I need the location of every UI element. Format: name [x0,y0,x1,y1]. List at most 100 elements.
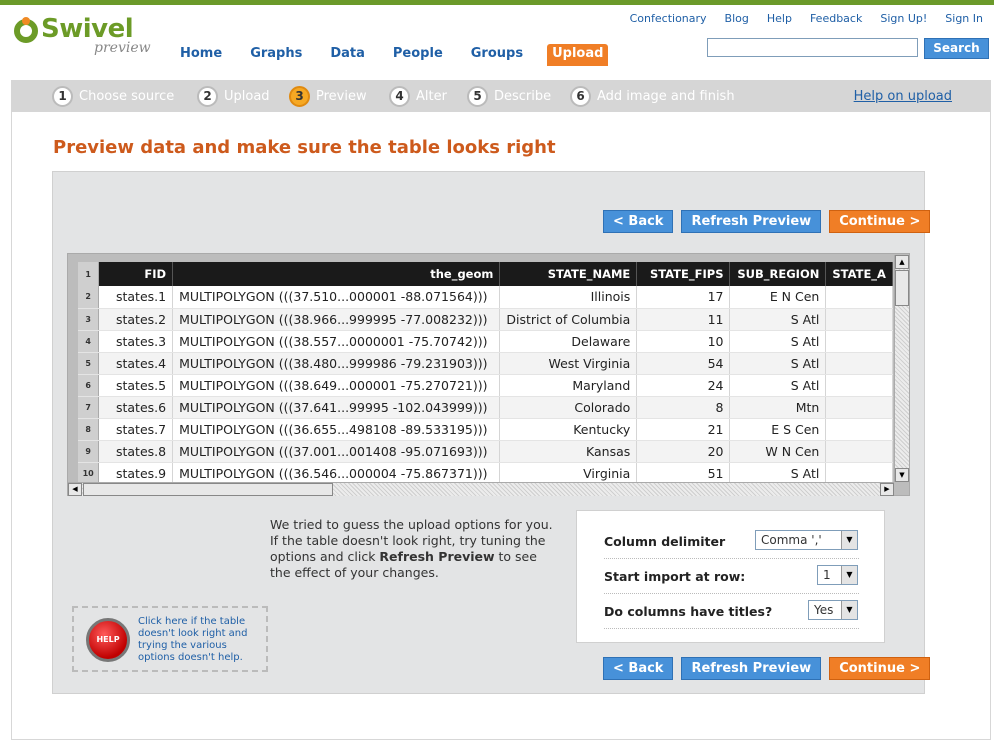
column-header[interactable]: STATE_FIPS [636,262,731,286]
table-cell: Illinois [499,286,638,309]
help-on-upload-link[interactable]: Help on upload [854,89,952,104]
column-header[interactable]: STATE_NAME [499,262,638,286]
page-title: Preview data and make sure the table loo… [53,137,556,158]
nav-upload[interactable]: Upload [547,44,609,66]
chevron-down-icon[interactable]: ▼ [841,531,857,549]
chevron-down-icon[interactable]: ▼ [841,566,857,584]
vertical-scrollbar[interactable]: ▲ ▼ [894,255,909,482]
column-header[interactable]: STATE_A [825,262,893,286]
util-link-help[interactable]: Help [767,12,792,25]
swivel-logo[interactable]: Swivel preview [14,14,164,64]
util-link-blog[interactable]: Blog [725,12,749,25]
step-number: 6 [570,85,591,107]
table-cell: Kentucky [499,418,638,441]
table-cell: states.5 [98,374,174,397]
scroll-left-icon[interactable]: ◀ [68,483,82,496]
table-cell: Mtn [729,396,827,419]
upload-options-panel: Column delimiter Comma ',' ▼ Start impor… [576,510,885,643]
continue-button[interactable]: Continue > [829,657,931,680]
help-box[interactable]: HELP Click here if the table doesn't loo… [72,606,268,672]
option-label: Column delimiter [604,534,726,549]
nav-people[interactable]: People [393,44,443,66]
table-cell: 20 [636,440,731,463]
refresh-preview-button[interactable]: Refresh Preview [681,210,822,233]
column-header[interactable]: the_geom [172,262,501,286]
step-add-image-and-finish[interactable]: 6 Add image and finish [570,85,735,107]
table-row: 5 states.4 MULTIPOLYGON (((38.480...999986… [78,352,893,375]
table-cell: Virginia [499,462,638,482]
refresh-preview-button[interactable]: Refresh Preview [681,657,822,680]
table-cell: MULTIPOLYGON (((37.641...99995 -102.0439… [172,396,501,419]
table-cell: MULTIPOLYGON (((36.655...498108 -89.5331… [172,418,501,441]
logo-subtitle: preview [94,40,151,56]
row-number: 6 [78,374,100,397]
select-value: 1 [823,568,831,582]
table-cell [825,440,893,463]
step-label: Preview [316,88,367,104]
table-cell: S Atl [729,374,827,397]
continue-button[interactable]: Continue > [829,210,931,233]
table-cell [825,330,893,353]
table-cell [825,396,893,419]
horizontal-scroll-thumb[interactable] [83,483,333,496]
top-button-row: < Back Refresh Preview Continue > [603,210,931,233]
scroll-up-icon[interactable]: ▲ [895,255,909,269]
nav-groups[interactable]: Groups [471,44,523,66]
table-cell: Kansas [499,440,638,463]
step-preview[interactable]: 3 Preview [289,85,367,107]
column-delimiter-select[interactable]: Comma ',' ▼ [755,530,858,550]
option-column-titles: Do columns have titles? Yes ▼ [604,595,859,629]
table-cell: states.8 [98,440,174,463]
table-row: 8 states.7 MULTIPOLYGON (((36.655...498108… [78,418,893,441]
search-input[interactable] [707,38,918,57]
step-number: 2 [197,85,218,107]
search-button[interactable]: Search [924,38,989,59]
bottom-button-row: < Back Refresh Preview Continue > [603,657,931,680]
option-start-row: Start import at row: 1 ▼ [604,560,859,594]
step-number: 1 [52,85,73,107]
util-link-feedback[interactable]: Feedback [810,12,862,25]
table-cell: 24 [636,374,731,397]
table-cell: 11 [636,308,731,331]
row-number: 7 [78,396,100,419]
nav-home[interactable]: Home [180,44,222,66]
back-button[interactable]: < Back [603,210,674,233]
step-choose-source[interactable]: 1 Choose source [52,85,174,107]
back-button[interactable]: < Back [603,657,674,680]
table-cell: W N Cen [729,440,827,463]
util-link-confectionary[interactable]: Confectionary [630,12,707,25]
step-number: 3 [289,85,310,107]
horizontal-scrollbar[interactable]: ◀ ▶ [68,482,894,496]
util-link-sign-up[interactable]: Sign Up! [880,12,927,25]
start-row-select[interactable]: 1 ▼ [817,565,858,585]
column-titles-select[interactable]: Yes ▼ [808,600,858,620]
upload-steps-bar: 1 Choose source 2 Upload 3 Preview 4 Alt… [11,80,991,112]
scroll-right-icon[interactable]: ▶ [880,483,894,496]
table-cell: E N Cen [729,286,827,309]
table-cell: states.4 [98,352,174,375]
nav-graphs[interactable]: Graphs [250,44,302,66]
guess-options-text: We tried to guess the upload options for… [270,517,555,581]
table-row: 2 states.1 MULTIPOLYGON (((37.510...000001… [78,286,893,309]
vertical-scroll-thumb[interactable] [895,270,909,306]
step-label: Add image and finish [597,88,735,104]
chevron-down-icon[interactable]: ▼ [841,601,857,619]
table-cell: S Atl [729,462,827,482]
step-upload[interactable]: 2 Upload [197,85,270,107]
step-label: Alter [416,88,447,104]
scroll-down-icon[interactable]: ▼ [895,468,909,482]
table-cell: MULTIPOLYGON (((38.649...000001 -75.2707… [172,374,501,397]
utility-nav: Confectionary Blog Help Feedback Sign Up… [612,12,983,25]
table-header-row: 1 FID the_geom STATE_NAME STATE_FIPS SUB… [78,262,893,286]
row-number: 4 [78,330,100,353]
option-label: Start import at row: [604,569,746,584]
step-describe[interactable]: 5 Describe [467,85,551,107]
row-number: 9 [78,440,100,463]
column-header[interactable]: SUB_REGION [729,262,827,286]
util-link-sign-in[interactable]: Sign In [945,12,983,25]
column-header[interactable]: FID [98,262,174,286]
step-alter[interactable]: 4 Alter [389,85,447,107]
table-cell: Colorado [499,396,638,419]
nav-data[interactable]: Data [330,44,365,66]
guess-text-bold: Refresh Preview [379,549,495,564]
